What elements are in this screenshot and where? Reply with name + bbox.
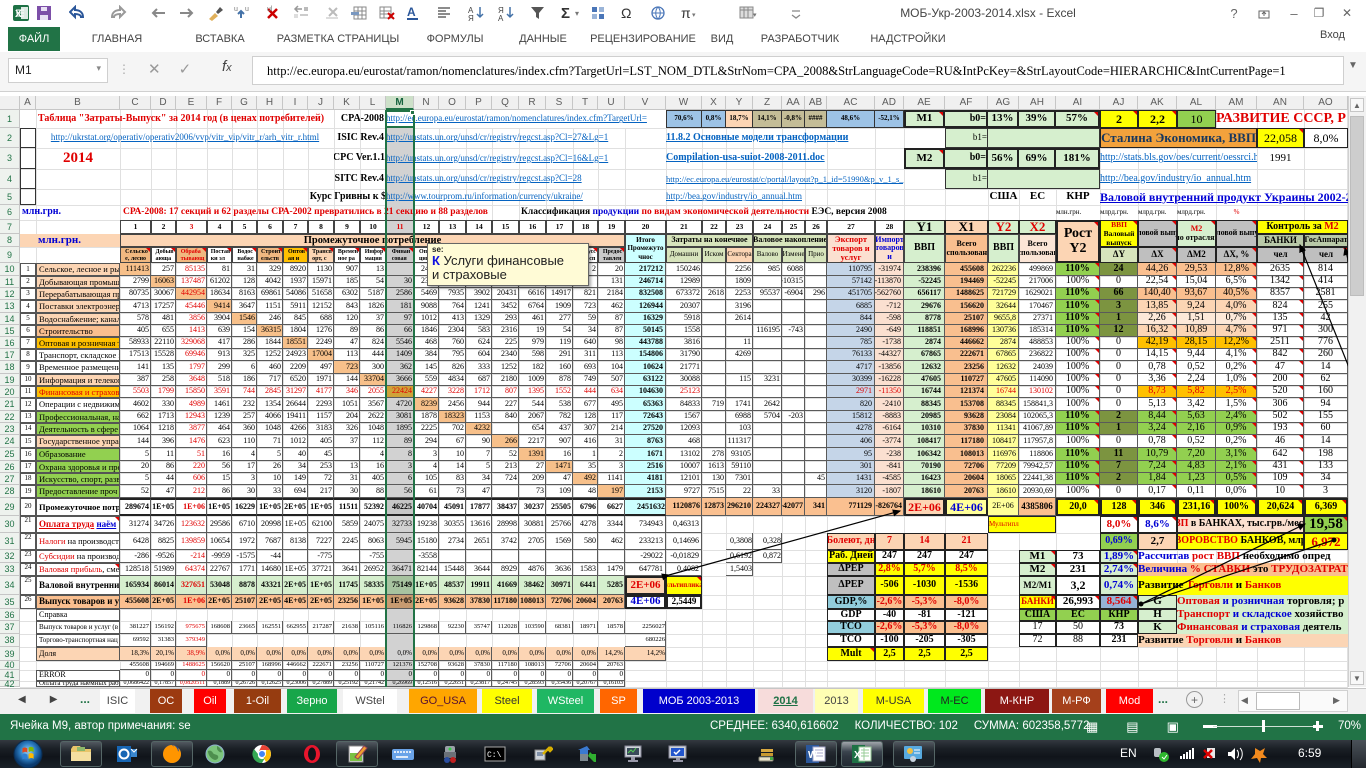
svg-text:W: W <box>808 750 818 761</box>
svg-text:u: u <box>234 6 238 13</box>
svg-text:π: π <box>681 5 691 21</box>
svg-text:A: A <box>407 5 416 19</box>
svg-text:X: X <box>854 750 861 761</box>
svg-text:u: u <box>245 6 249 13</box>
svg-text:C:\: C:\ <box>487 751 502 760</box>
svg-text:А: А <box>498 14 504 21</box>
svg-text:Я: Я <box>468 14 474 21</box>
svg-text:X: X <box>15 9 22 20</box>
svg-text:▾: ▾ <box>575 9 579 18</box>
svg-text:▾: ▾ <box>753 12 757 19</box>
svg-text:ul: ul <box>267 6 273 13</box>
svg-text:▾: ▾ <box>692 12 696 19</box>
svg-text:Σ: Σ <box>561 5 570 21</box>
svg-text:Ω: Ω <box>621 5 631 21</box>
